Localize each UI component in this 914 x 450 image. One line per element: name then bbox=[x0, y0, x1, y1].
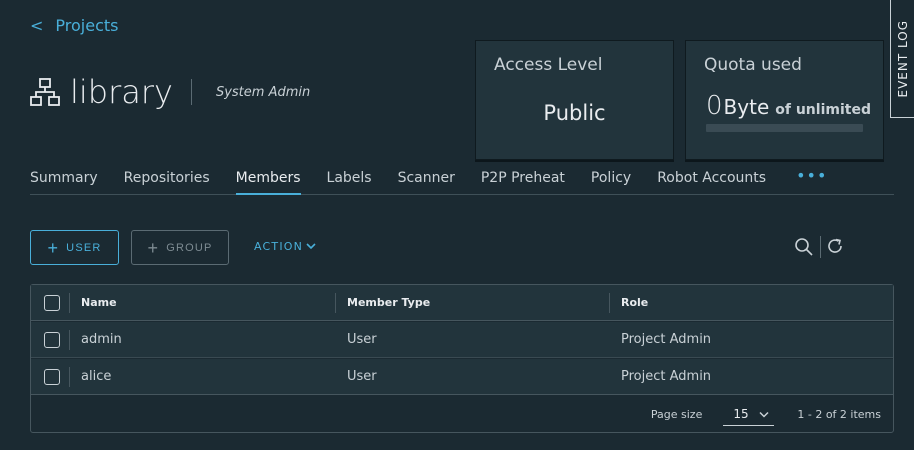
plus-icon: + bbox=[147, 237, 160, 258]
row-checkbox[interactable] bbox=[44, 368, 60, 385]
members-datagrid: Name Member Type Role admin User Project… bbox=[30, 284, 894, 433]
tab-repositories[interactable]: Repositories bbox=[124, 168, 210, 195]
member-type: User bbox=[347, 332, 377, 347]
quota-number: 0 bbox=[706, 91, 723, 121]
page-size-label: Page size bbox=[650, 408, 703, 421]
column-header-member-type[interactable]: Member Type bbox=[336, 285, 610, 320]
add-group-button[interactable]: + GROUP bbox=[131, 230, 229, 265]
page-size-select[interactable]: 15 bbox=[723, 404, 775, 426]
quota-value: 0 Byte of unlimited bbox=[706, 91, 871, 121]
add-user-button[interactable]: + USER bbox=[30, 230, 119, 265]
action-dropdown[interactable]: ACTION bbox=[254, 240, 316, 253]
select-all-cell bbox=[31, 285, 70, 320]
row-select-cell bbox=[31, 322, 70, 357]
tab-members[interactable]: Members bbox=[235, 168, 301, 195]
tab-labels[interactable]: Labels bbox=[327, 168, 372, 195]
quota-unit: Byte bbox=[723, 95, 770, 119]
tab-p2p-preheat[interactable]: P2P Preheat bbox=[481, 168, 565, 195]
access-level-value: Public bbox=[543, 101, 606, 125]
add-user-label: USER bbox=[66, 241, 102, 254]
member-type: User bbox=[347, 369, 377, 384]
member-role: Project Admin bbox=[621, 369, 712, 384]
select-all-checkbox[interactable] bbox=[44, 294, 60, 311]
search-icon[interactable] bbox=[794, 237, 814, 257]
event-log-label: EVENT LOG bbox=[895, 19, 910, 98]
grid-footer: Page size 15 1 - 2 of 2 items bbox=[31, 396, 893, 433]
plus-icon: + bbox=[47, 237, 60, 258]
quota-limit-label: of unlimited bbox=[775, 102, 871, 118]
member-role: Project Admin bbox=[621, 332, 712, 347]
quota-progress-bar bbox=[706, 124, 863, 132]
row-select-cell bbox=[31, 359, 70, 394]
access-level-card: Access Level Public bbox=[475, 40, 674, 160]
back-link-label: Projects bbox=[55, 16, 119, 35]
back-to-projects-link[interactable]: < Projects bbox=[30, 16, 118, 35]
project-tabs: Summary Repositories Members Labels Scanner P… bbox=[30, 168, 894, 195]
column-header-name[interactable]: Name bbox=[70, 285, 336, 320]
more-tabs-icon[interactable]: ••• bbox=[796, 168, 827, 194]
back-arrow: < bbox=[30, 16, 44, 35]
project-tree-icon bbox=[30, 77, 60, 107]
column-header-role[interactable]: Role bbox=[610, 285, 893, 320]
quota-used-title: Quota used bbox=[704, 55, 802, 75]
title-divider bbox=[190, 79, 192, 105]
tab-robot-accounts[interactable]: Robot Accounts bbox=[657, 168, 766, 195]
event-log-toggle[interactable]: EVENT LOG bbox=[890, 0, 914, 118]
project-name: library bbox=[70, 73, 173, 111]
access-level-title: Access Level bbox=[494, 55, 603, 75]
toolbar-divider bbox=[820, 236, 821, 258]
quota-used-card: Quota used 0 Byte of unlimited bbox=[685, 40, 884, 160]
table-row[interactable]: alice User Project Admin bbox=[31, 359, 893, 395]
user-role-label: System Admin bbox=[215, 84, 311, 100]
grid-header: Name Member Type Role bbox=[31, 285, 893, 321]
add-group-label: GROUP bbox=[166, 241, 213, 254]
tab-summary[interactable]: Summary bbox=[30, 168, 98, 195]
pagination-count: 1 - 2 of 2 items bbox=[797, 408, 881, 421]
row-checkbox[interactable] bbox=[44, 331, 60, 348]
table-row[interactable]: admin User Project Admin bbox=[31, 322, 893, 358]
page-size-value: 15 bbox=[733, 407, 749, 421]
member-name: alice bbox=[81, 369, 112, 384]
project-header: library System Admin bbox=[30, 72, 310, 112]
action-label: ACTION bbox=[254, 240, 304, 253]
chevron-down-icon bbox=[759, 407, 769, 421]
tab-scanner[interactable]: Scanner bbox=[398, 168, 455, 195]
chevron-down-icon bbox=[306, 240, 316, 253]
refresh-icon[interactable] bbox=[826, 237, 844, 255]
member-name: admin bbox=[81, 332, 122, 347]
tab-policy[interactable]: Policy bbox=[591, 168, 631, 195]
